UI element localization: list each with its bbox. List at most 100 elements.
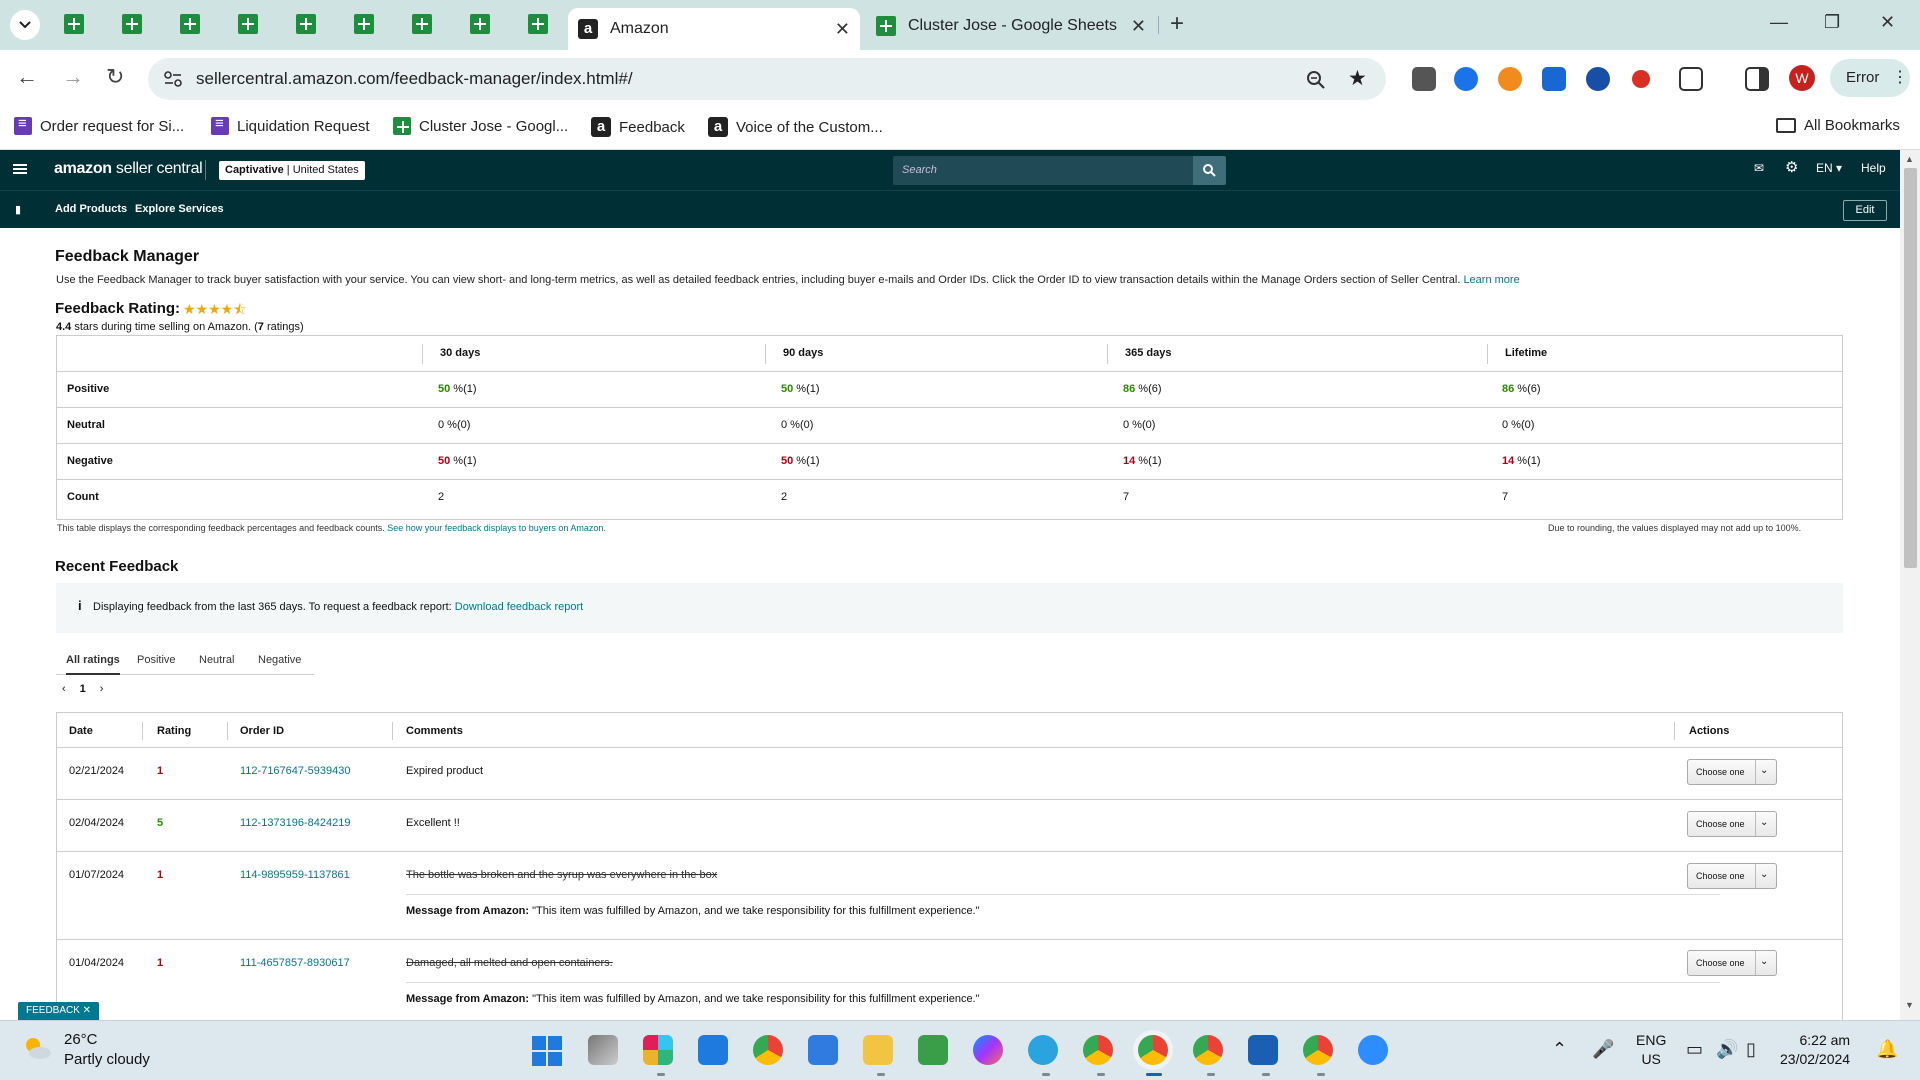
slack-icon[interactable] xyxy=(643,1035,673,1065)
bookmark-flag-icon[interactable]: ▮ xyxy=(15,203,21,216)
extension-icon[interactable] xyxy=(1454,67,1478,91)
bookmark-star-icon[interactable]: ★ xyxy=(1348,66,1367,91)
temperature[interactable]: 26°C xyxy=(64,1031,98,1048)
tab-cluster-jose[interactable]: Cluster Jose - Google Sheets ✕ xyxy=(866,8,1156,44)
close-tab-icon[interactable]: ✕ xyxy=(1131,16,1146,37)
system-clock[interactable]: 6:22 am 23/02/2024 xyxy=(1780,1031,1850,1069)
seller-central-logo[interactable]: amazon seller central xyxy=(54,160,203,178)
mail-app-icon[interactable] xyxy=(698,1035,728,1065)
start-button[interactable] xyxy=(532,1036,562,1066)
task-view-icon[interactable] xyxy=(588,1035,618,1065)
pinned-tab-sheets-5[interactable] xyxy=(296,14,316,37)
order-id-link[interactable]: 112-7167647-5939430 xyxy=(240,765,351,777)
action-dropdown[interactable]: Choose one ⌄ xyxy=(1687,863,1777,889)
back-button[interactable]: ← xyxy=(16,64,38,90)
new-tab-button[interactable]: + xyxy=(1170,10,1184,38)
tab-all-ratings[interactable]: All ratings xyxy=(66,654,120,675)
tab-amazon[interactable]: a Amazon ✕ xyxy=(568,8,860,50)
chrome-profile-icon[interactable] xyxy=(1193,1035,1223,1065)
bookmark-feedback[interactable]: a Feedback xyxy=(591,117,685,137)
all-bookmarks[interactable]: All Bookmarks xyxy=(1776,117,1900,134)
next-page-icon[interactable]: › xyxy=(100,683,104,695)
network-icon[interactable]: ▭ xyxy=(1686,1039,1703,1060)
weather-condition[interactable]: Partly cloudy xyxy=(64,1051,150,1068)
minimize-button[interactable]: — xyxy=(1770,12,1788,33)
close-tab-icon[interactable]: ✕ xyxy=(835,19,850,40)
feedback-widget-button[interactable]: FEEDBACK ✕ xyxy=(18,1002,100,1020)
bookmark-cluster-jose[interactable]: Cluster Jose - Googl... xyxy=(393,117,568,135)
seller-search-input[interactable]: Search xyxy=(893,156,1193,185)
profile-error-button[interactable]: Error ⋮ xyxy=(1830,59,1910,97)
remote-app-icon[interactable] xyxy=(1248,1035,1278,1065)
edit-nav-button[interactable]: Edit xyxy=(1843,200,1887,221)
current-page[interactable]: 1 xyxy=(80,683,86,695)
bookmark-order-request[interactable]: Order request for Si... xyxy=(14,115,184,135)
explore-services-link[interactable]: Explore Services xyxy=(135,203,224,215)
site-settings-icon[interactable] xyxy=(164,71,182,87)
help-link[interactable]: Help xyxy=(1861,161,1886,175)
extensions-puzzle-icon[interactable] xyxy=(1679,67,1703,91)
mail-icon[interactable]: ✉ xyxy=(1754,161,1764,175)
page-scrollbar[interactable]: ▲ ▼ xyxy=(1900,150,1920,1020)
settings-gear-icon[interactable]: ⚙ xyxy=(1785,158,1798,176)
messenger-icon[interactable] xyxy=(973,1035,1003,1065)
learn-more-link[interactable]: Learn more xyxy=(1463,274,1519,286)
scrollbar-thumb[interactable] xyxy=(1904,168,1917,568)
add-products-link[interactable]: Add Products xyxy=(55,203,127,215)
hamburger-menu-icon[interactable] xyxy=(13,164,27,166)
pinned-tab-sheets-2[interactable] xyxy=(122,14,142,37)
extension-off-icon[interactable] xyxy=(1412,67,1436,91)
more-menu-icon[interactable]: ⋮ xyxy=(1892,67,1908,87)
action-dropdown[interactable]: Choose one ⌄ xyxy=(1687,950,1777,976)
feedback-display-link[interactable]: See how your feedback displays to buyers… xyxy=(387,523,606,533)
extension-grid-icon[interactable] xyxy=(1542,67,1566,91)
scroll-up-icon[interactable]: ▲ xyxy=(1905,154,1914,164)
chrome-profile-icon[interactable] xyxy=(1303,1035,1333,1065)
tab-negative[interactable]: Negative xyxy=(258,654,301,666)
reload-button[interactable]: ↻ xyxy=(106,64,124,90)
pinned-tab-sheets-3[interactable] xyxy=(180,14,200,37)
notifications-bell-icon[interactable]: 🔔 xyxy=(1876,1039,1898,1060)
order-id-link[interactable]: 114-9895959-1137861 xyxy=(240,869,350,881)
meet-icon[interactable] xyxy=(918,1035,948,1065)
pinned-tab-sheets-4[interactable] xyxy=(238,14,258,37)
tab-neutral[interactable]: Neutral xyxy=(199,654,234,666)
scroll-down-icon[interactable]: ▼ xyxy=(1905,1000,1914,1010)
seller-search-button[interactable] xyxy=(1193,156,1226,185)
tab-search-button[interactable] xyxy=(10,10,40,40)
pinned-tab-sheets-1[interactable] xyxy=(64,14,84,37)
pinned-tab-sheets-6[interactable] xyxy=(354,14,374,37)
extension-icon[interactable] xyxy=(1586,67,1610,91)
pinned-tab-sheets-7[interactable] xyxy=(412,14,432,37)
order-id-link[interactable]: 112-1373196-8424219 xyxy=(240,817,351,829)
input-language-indicator[interactable]: ENG US xyxy=(1636,1031,1666,1069)
battery-icon[interactable]: ▯ xyxy=(1746,1039,1756,1060)
order-id-link[interactable]: 111-4657857-8930617 xyxy=(240,957,350,969)
chrome-profile-icon[interactable] xyxy=(1083,1035,1113,1065)
profile-avatar[interactable]: W xyxy=(1789,65,1815,91)
pinned-tab-sheets-8[interactable] xyxy=(470,14,490,37)
language-selector[interactable]: EN ▾ xyxy=(1816,161,1842,175)
store-switcher[interactable]: Captivative | United States xyxy=(219,161,365,180)
zoom-icon[interactable] xyxy=(1306,70,1326,90)
notepad-icon[interactable] xyxy=(808,1035,838,1065)
partly-cloudy-icon[interactable] xyxy=(22,1035,52,1061)
microphone-icon[interactable]: 🎤 xyxy=(1592,1039,1614,1060)
pinned-tab-sheets-9[interactable] xyxy=(528,14,548,37)
bookmark-liquidation-request[interactable]: Liquidation Request xyxy=(211,115,370,135)
previous-page-icon[interactable]: ‹ xyxy=(62,683,66,695)
action-dropdown[interactable]: Choose one ⌄ xyxy=(1687,811,1777,837)
side-panel-icon[interactable] xyxy=(1745,67,1769,91)
extension-icon[interactable] xyxy=(1498,67,1522,91)
telegram-icon[interactable] xyxy=(1028,1035,1058,1065)
download-report-link[interactable]: Download feedback report xyxy=(455,601,583,613)
extension-icon[interactable] xyxy=(1632,70,1650,88)
zoom-icon[interactable] xyxy=(1358,1035,1388,1065)
omnibox[interactable]: sellercentral.amazon.com/feedback-manage… xyxy=(148,58,1386,100)
restore-button[interactable]: ❐ xyxy=(1824,12,1840,33)
volume-icon[interactable]: 🔊 xyxy=(1716,1039,1738,1060)
forward-button[interactable]: → xyxy=(62,64,84,90)
chrome-icon[interactable] xyxy=(753,1035,783,1065)
close-window-button[interactable]: ✕ xyxy=(1880,12,1895,33)
bookmark-voice-of-customer[interactable]: a Voice of the Custom... xyxy=(708,117,883,137)
